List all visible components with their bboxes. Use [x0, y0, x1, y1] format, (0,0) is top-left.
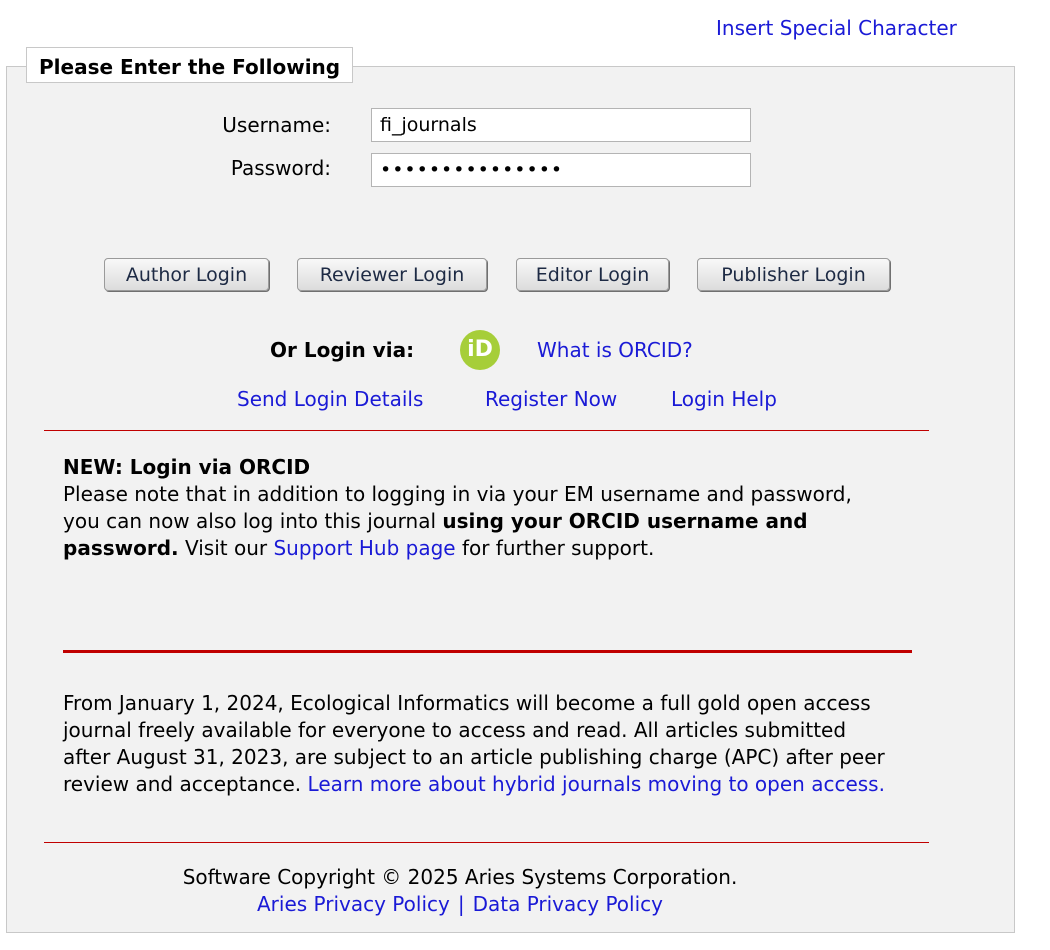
divider: [44, 430, 929, 431]
username-input[interactable]: [371, 108, 751, 142]
publisher-login-button[interactable]: Publisher Login: [697, 258, 890, 291]
login-help-link[interactable]: Login Help: [671, 387, 777, 411]
register-now-link[interactable]: Register Now: [485, 387, 617, 411]
editor-login-button[interactable]: Editor Login: [516, 258, 669, 291]
orcid-notice: NEW: Login via ORCID Please note that in…: [63, 454, 893, 562]
orcid-notice-title: NEW: Login via ORCID: [63, 455, 311, 479]
orcid-icon[interactable]: iD: [460, 330, 500, 370]
data-privacy-policy-link[interactable]: Data Privacy Policy: [473, 892, 663, 916]
password-input[interactable]: [371, 153, 751, 187]
password-label: Password:: [230, 156, 331, 180]
learn-more-open-access-link[interactable]: Learn more about hybrid journals moving …: [308, 772, 885, 796]
insert-special-character-link[interactable]: Insert Special Character: [716, 16, 957, 40]
login-page: Insert Special Character Please Enter th…: [0, 0, 1050, 950]
open-access-notice: From January 1, 2024, Ecological Informa…: [63, 690, 893, 798]
support-hub-link[interactable]: Support Hub page: [273, 536, 455, 560]
what-is-orcid-link[interactable]: What is ORCID?: [537, 338, 693, 362]
footer: Software Copyright © 2025 Aries Systems …: [0, 864, 920, 918]
copyright-text: Software Copyright © 2025 Aries Systems …: [182, 865, 738, 889]
author-login-button[interactable]: Author Login: [104, 258, 269, 291]
orcid-notice-body: Please note that in addition to logging …: [63, 481, 893, 562]
orcid-login-row: Or Login via: iD What is ORCID?: [0, 330, 1050, 370]
reviewer-login-button[interactable]: Reviewer Login: [297, 258, 487, 291]
orcid-notice-text-2: Visit our: [178, 536, 274, 560]
orcid-notice-text-3: for further support.: [455, 536, 655, 560]
footer-links: Aries Privacy Policy | Data Privacy Policy: [0, 891, 920, 918]
orcid-login-label: Or Login via:: [270, 338, 415, 362]
login-panel-legend: Please Enter the Following: [26, 47, 354, 83]
username-label: Username:: [222, 113, 331, 137]
divider-bottom: [44, 842, 929, 843]
aries-privacy-policy-link[interactable]: Aries Privacy Policy: [257, 892, 450, 916]
divider-thick: [63, 650, 912, 653]
send-login-details-link[interactable]: Send Login Details: [237, 387, 423, 411]
footer-separator: |: [457, 892, 465, 916]
